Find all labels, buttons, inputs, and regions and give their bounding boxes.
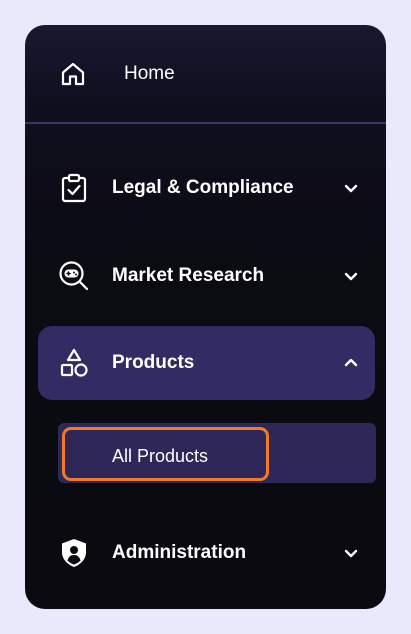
screen: { "nav": { "home": { "label": "Home", "i… (0, 0, 411, 634)
home-icon (60, 61, 86, 87)
shield-user-icon (58, 537, 90, 569)
gamepad-search-icon (58, 260, 90, 292)
shapes-icon (58, 347, 90, 379)
sidebar-item-administration[interactable]: Administration (38, 516, 375, 590)
chevron-up-icon[interactable] (341, 353, 361, 373)
sidebar-item-label: Home (124, 63, 175, 84)
sidebar-item-label: Administration (112, 542, 247, 563)
submenu-item-label: All Products (112, 446, 209, 466)
chevron-down-icon[interactable] (341, 178, 361, 198)
divider (25, 122, 386, 124)
sidebar-nav: Home Legal & Compliance Market Research … (25, 25, 386, 609)
sidebar-item-home[interactable]: Home (25, 25, 386, 122)
products-submenu: All Products (58, 423, 376, 483)
submenu-item-all-products[interactable]: All Products (62, 427, 269, 481)
clipboard-check-icon (58, 172, 90, 204)
sidebar-item-label: Legal & Compliance (112, 177, 294, 198)
sidebar-item-label: Market Research (112, 265, 265, 286)
sidebar-item-market-research[interactable]: Market Research (38, 239, 375, 313)
sidebar-item-label: Products (112, 352, 195, 373)
chevron-down-icon[interactable] (341, 266, 361, 286)
sidebar-item-products[interactable]: Products (38, 326, 375, 400)
sidebar-item-legal-compliance[interactable]: Legal & Compliance (38, 151, 375, 225)
chevron-down-icon[interactable] (341, 543, 361, 563)
